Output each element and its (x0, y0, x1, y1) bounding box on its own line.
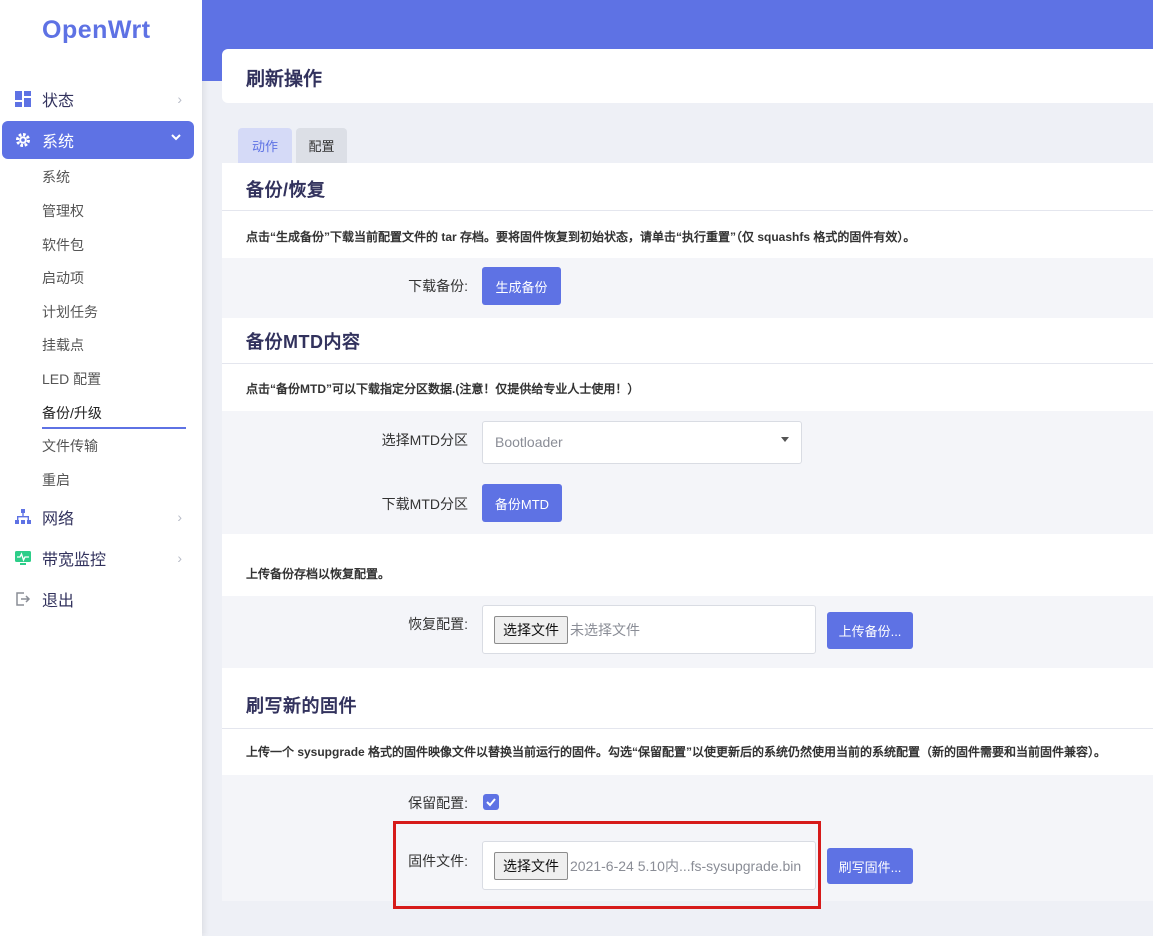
generate-backup-button[interactable]: 生成备份 (482, 267, 561, 305)
tab-action[interactable]: 动作 (238, 128, 292, 163)
keep-config-checkbox[interactable] (483, 794, 499, 810)
chevron-right-icon: › (177, 509, 182, 525)
chevron-down-icon (170, 130, 182, 146)
keep-config-label: 保留配置: (408, 795, 468, 811)
sidebar-item-label: 网络 (42, 511, 75, 528)
chevron-right-icon: › (177, 550, 182, 566)
sidebar-subitem-file-transfer[interactable]: 文件传输 (42, 436, 98, 456)
sidebar-item-system[interactable]: 系统 (2, 121, 194, 159)
mtd-select-label: 选择MTD分区 (381, 432, 468, 448)
tab-config[interactable]: 配置 (296, 128, 347, 163)
restore-label: 恢复配置: (408, 616, 468, 632)
divider (222, 210, 1153, 211)
backup-description: 点击“生成备份”下载当前配置文件的 tar 存档。要将固件恢复到初始状态，请单击… (246, 230, 916, 244)
sidebar-item-label: 系统 (42, 134, 75, 151)
sidebar-item-label: 退出 (42, 593, 75, 610)
sidebar-subitem-startup[interactable]: 启动项 (42, 268, 84, 288)
chevron-right-icon: › (177, 91, 182, 107)
sidebar-item-network[interactable]: 网络 › (2, 498, 194, 536)
flash-firmware-button[interactable]: 刷写固件... (827, 848, 913, 884)
checkmark-icon (486, 798, 496, 807)
active-subitem-underline (42, 427, 186, 429)
monitor-icon (14, 549, 32, 567)
sidebar-subitem-crontab[interactable]: 计划任务 (42, 302, 98, 322)
divider (222, 363, 1153, 364)
sidebar-subitem-system[interactable]: 系统 (42, 167, 70, 187)
restore-file-name: 未选择文件 (570, 622, 640, 638)
highlight-box (393, 821, 821, 909)
flash-description: 上传一个 sysupgrade 格式的固件映像文件以替换当前运行的固件。勾选“保… (246, 745, 1107, 759)
mtd-select-value: Bootloader (495, 434, 563, 450)
network-icon (14, 508, 32, 526)
logout-icon (14, 590, 32, 608)
restore-description: 上传备份存档以恢复配置。 (246, 567, 391, 581)
gear-icon (14, 131, 32, 149)
mtd-partition-select[interactable]: Bootloader (482, 421, 802, 464)
page-header: 刷新操作 (222, 49, 1153, 103)
caret-down-icon (781, 437, 789, 442)
sidebar-subitem-backup-upgrade[interactable]: 备份/升级 (42, 403, 102, 423)
sidebar-item-bandwidth[interactable]: 带宽监控 › (2, 539, 194, 577)
mtd-download-label: 下载MTD分区 (381, 496, 468, 512)
main-content: 备份/恢复 点击“生成备份”下载当前配置文件的 tar 存档。要将固件恢复到初始… (222, 163, 1153, 901)
sidebar-item-logout[interactable]: 退出 (2, 580, 194, 618)
sidebar-subitem-packages[interactable]: 软件包 (42, 235, 84, 255)
backup-mtd-button[interactable]: 备份MTD (482, 484, 562, 522)
download-backup-label: 下载备份: (408, 278, 468, 294)
openwrt-logo[interactable]: OpenWrt (42, 16, 151, 45)
sidebar-subitem-led[interactable]: LED 配置 (42, 369, 101, 389)
sidebar-subitem-reboot[interactable]: 重启 (42, 470, 70, 490)
sidebar-item-label: 状态 (42, 93, 75, 110)
upload-backup-button[interactable]: 上传备份... (827, 612, 913, 649)
divider (222, 728, 1153, 729)
restore-file-input[interactable]: 选择文件 未选择文件 (482, 605, 816, 654)
sidebar-subitem-mounts[interactable]: 挂载点 (42, 335, 84, 355)
mtd-description: 点击“备份MTD”可以下载指定分区数据.(注意！仅提供给专业人士使用！） (246, 382, 640, 396)
sidebar-item-status[interactable]: 状态 › (2, 80, 194, 118)
section-title-mtd: 备份MTD内容 (246, 332, 361, 352)
dashboard-icon (14, 90, 32, 108)
sidebar-item-label: 带宽监控 (42, 552, 107, 569)
sidebar: OpenWrt 状态 › 系统 系统 管理权 软件包 启动项 计划任务 挂载点 … (0, 0, 202, 936)
section-title-flash: 刷写新的固件 (246, 696, 357, 716)
page-title: 刷新操作 (246, 69, 323, 90)
section-title-backup: 备份/恢复 (246, 180, 326, 200)
sidebar-subitem-admin[interactable]: 管理权 (42, 201, 84, 221)
choose-file-button[interactable]: 选择文件 (494, 616, 568, 644)
